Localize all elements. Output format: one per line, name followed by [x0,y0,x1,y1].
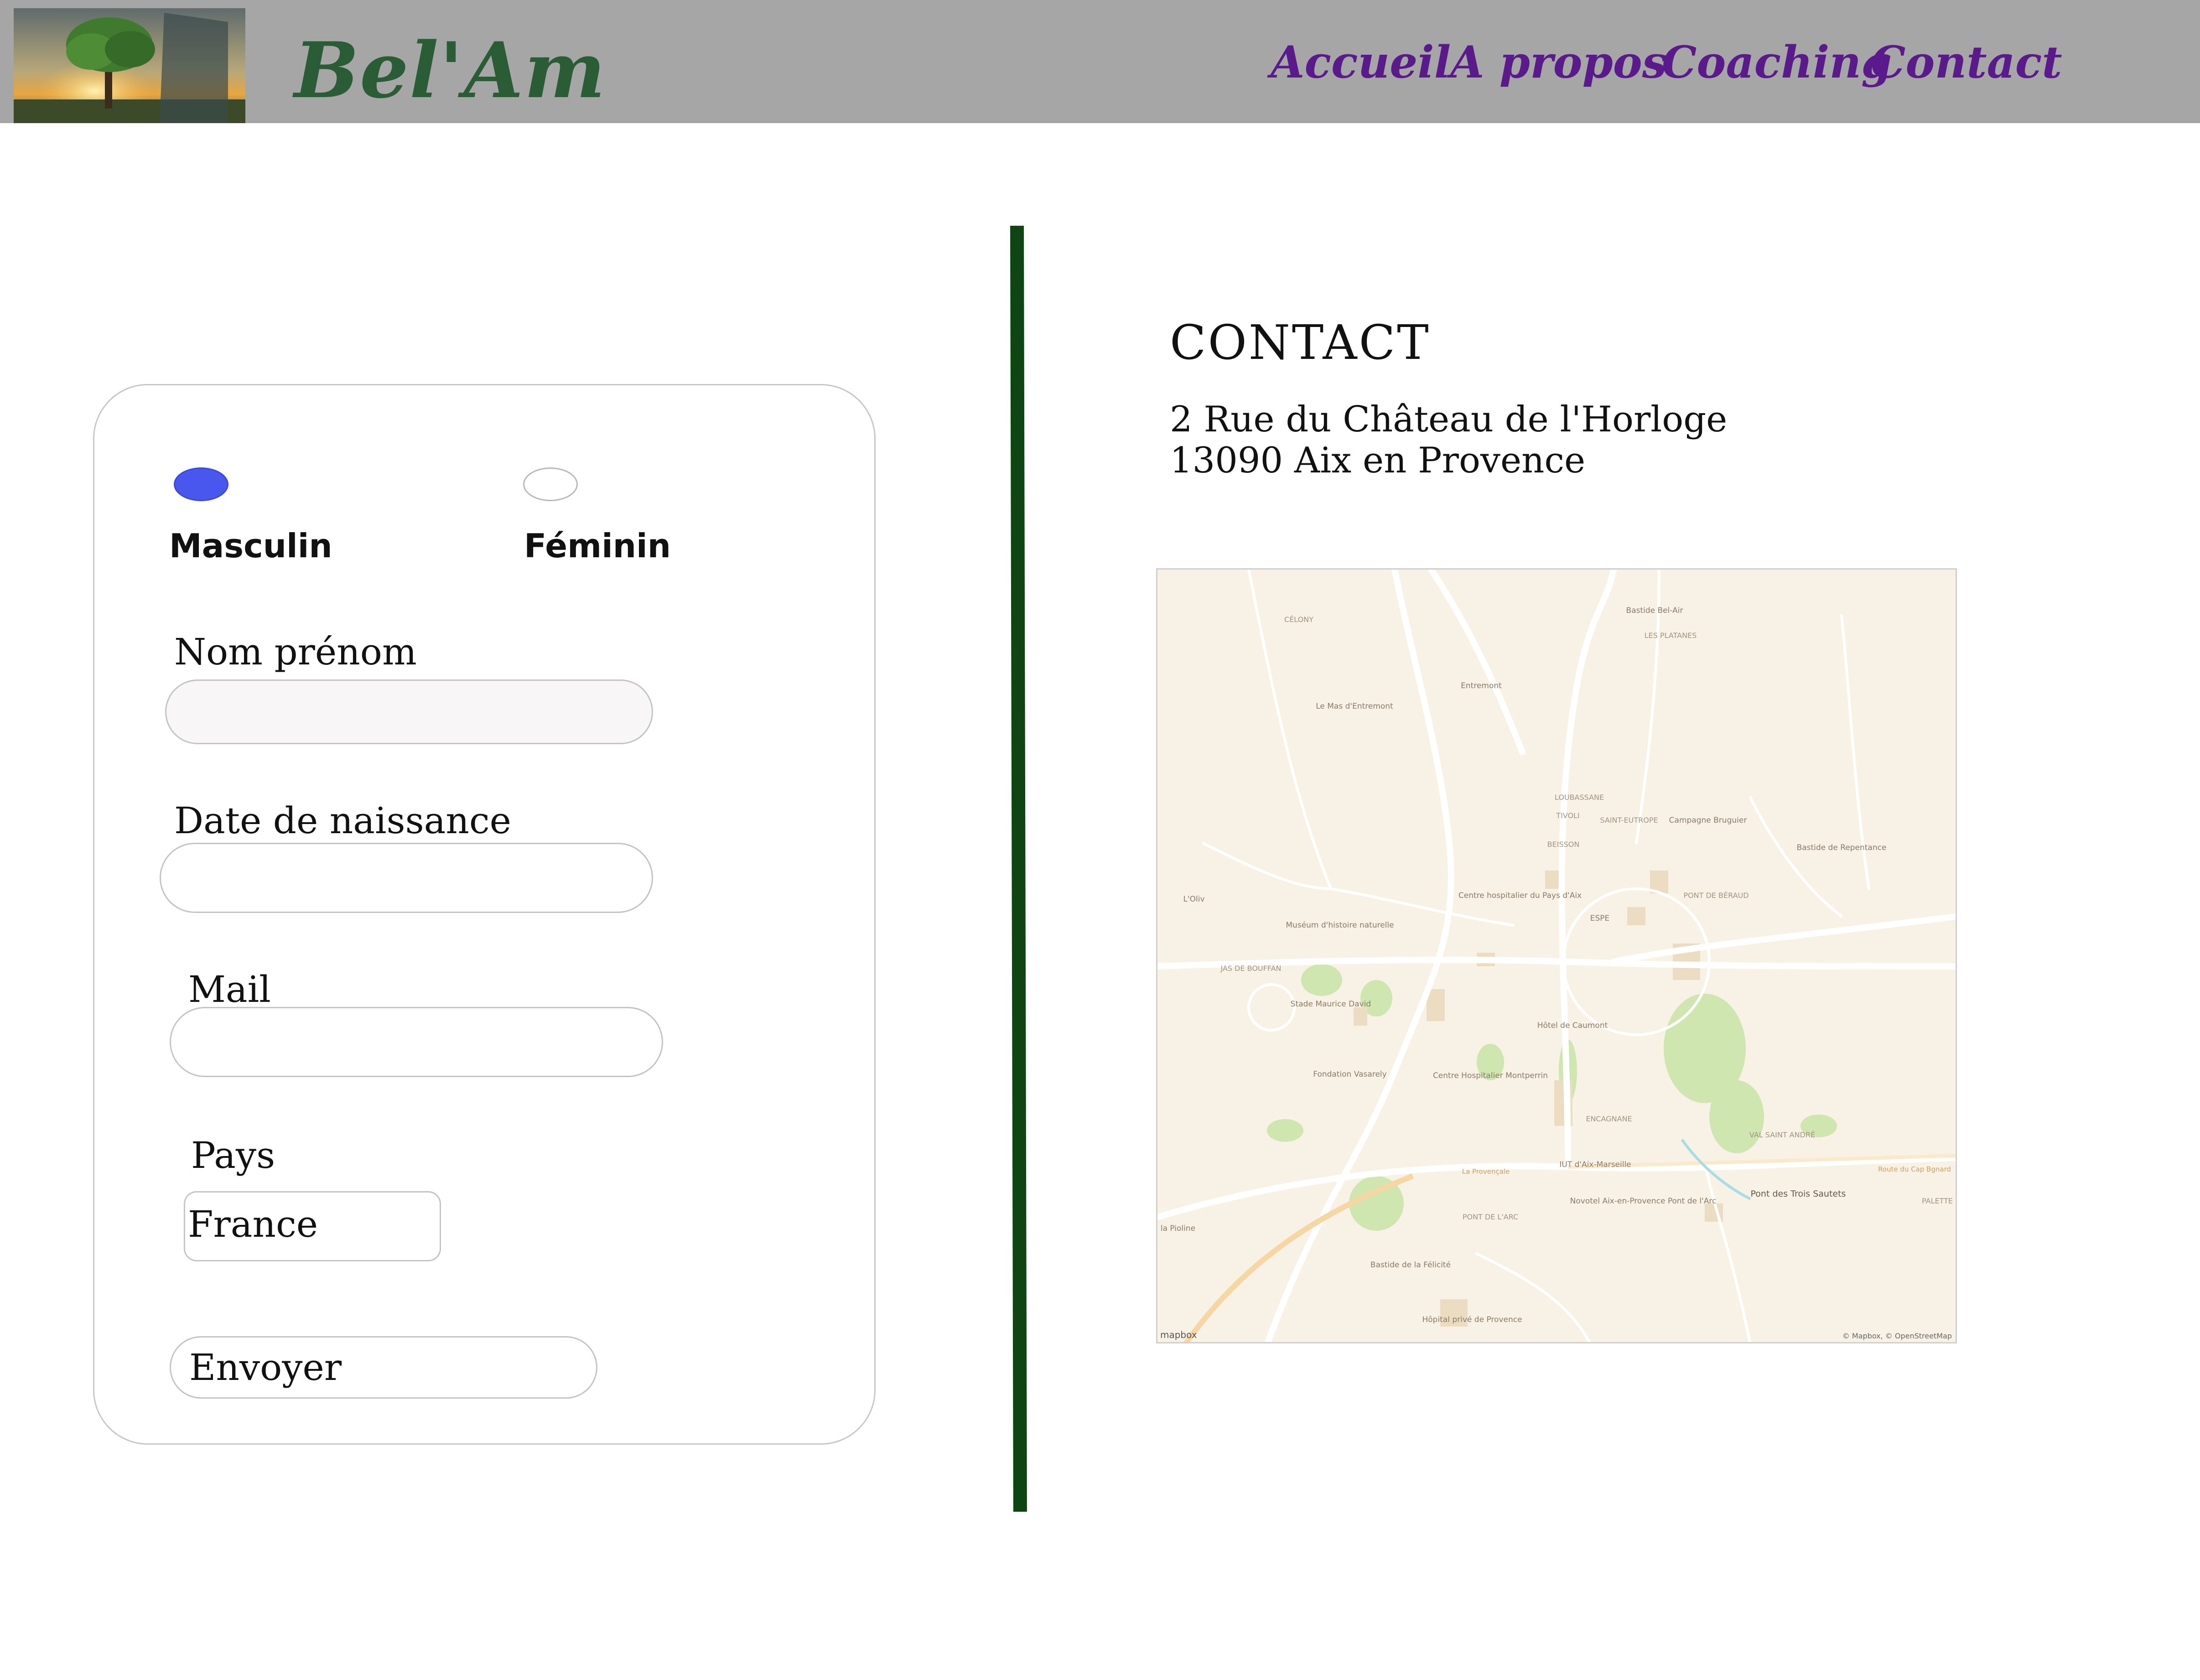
country-select-value: France [188,1203,318,1245]
map-label: la Pioline [1161,1224,1195,1233]
contact-form: Masculin Féminin Nom prénom Date de nais… [93,384,876,1445]
radio-masculin[interactable] [174,467,228,501]
map-label: PONT DE BÉRAUD [1683,891,1749,900]
contact-title: CONTACT [1170,315,1431,370]
nav-contact[interactable]: Contact [1871,36,2062,88]
name-input[interactable] [165,679,653,744]
map-label: L'Oliv [1183,895,1204,904]
nav-coaching[interactable]: Coaching [1662,36,1892,88]
map-label: Bastide Bel-Air [1626,606,1683,615]
map-label: ESPE [1590,914,1610,923]
nav-a-propos[interactable]: A propos [1450,36,1667,88]
main-nav: Accueil A propos Coaching Contact [0,36,2200,100]
label-date-naissance: Date de naissance [174,799,512,842]
map-label: PONT DE L'ARC [1463,1213,1518,1221]
map-label: Campagne Bruguier [1669,816,1747,825]
birthdate-input[interactable] [160,843,653,913]
map-label: VAL SAINT ANDRÉ [1749,1130,1815,1139]
map-label: LOUBASSANE [1555,793,1604,802]
map-label: PALETTE [1922,1197,1953,1205]
map-label: La Provençale [1462,1167,1510,1176]
mail-input[interactable] [170,1007,663,1077]
label-nom-prenom: Nom prénom [174,631,417,673]
map-label: ENCAGNANE [1586,1115,1632,1123]
site-header: Bel'Am Accueil A propos Coaching Contact [0,0,2200,123]
map-label: JAS DE BOUFFAN [1220,964,1282,973]
map-label: Entremont [1461,681,1502,690]
label-pays: Pays [191,1134,275,1177]
map-label: Bastide de Repentance [1797,843,1887,852]
map-label: Centre Hospitalier Montperrin [1433,1071,1548,1080]
embedded-map[interactable]: Bastide Bel-Air LES PLATANES CÉLONY Entr… [1156,568,1957,1343]
map-tiles: Bastide Bel-Air LES PLATANES CÉLONY Entr… [1157,570,1956,1342]
map-label: Le Mas d'Entremont [1316,702,1393,711]
map-label: BEISSON [1547,840,1580,849]
map-label: Stade Maurice David [1291,1000,1371,1009]
label-feminin: Féminin [524,527,671,565]
radio-feminin[interactable] [523,467,578,501]
map-label: Muséum d'histoire naturelle [1286,921,1394,930]
label-masculin: Masculin [169,527,332,565]
address-line-1: 2 Rue du Château de l'Horloge [1170,399,1728,440]
map-label: Pont des Trois Sautets [1751,1189,1846,1199]
vertical-divider [1010,226,1027,1512]
map-label: LES PLATANES [1645,631,1697,640]
map-label: Hôtel de Caumont [1537,1021,1608,1030]
map-label: IUT d'Aix-Marseille [1559,1160,1631,1169]
label-mail: Mail [188,968,271,1011]
country-select[interactable]: France [184,1191,441,1261]
map-label: Hôpital privé de Provence [1422,1315,1522,1324]
map-label: Fondation Vasarely [1313,1070,1386,1079]
map-label: CÉLONY [1284,615,1313,624]
map-label: Centre hospitalier du Pays d'Aix [1458,891,1582,900]
map-label: TIVOLI [1556,811,1579,820]
map-label: Route du Cap Bgnard [1878,1165,1951,1173]
map-attribution[interactable]: © Mapbox, © OpenStreetMap [1842,1332,1952,1340]
mapbox-logo[interactable]: mapbox [1160,1329,1197,1340]
nav-accueil[interactable]: Accueil [1271,36,1451,88]
address-line-2: 13090 Aix en Provence [1170,440,1586,481]
map-label: Novotel Aix-en-Provence Pont de l'Arc [1570,1197,1717,1206]
map-label: Bastide de la Félicité [1370,1260,1451,1270]
submit-button[interactable]: Envoyer [170,1336,597,1399]
map-label: SAINT-EUTROPE [1600,816,1658,824]
